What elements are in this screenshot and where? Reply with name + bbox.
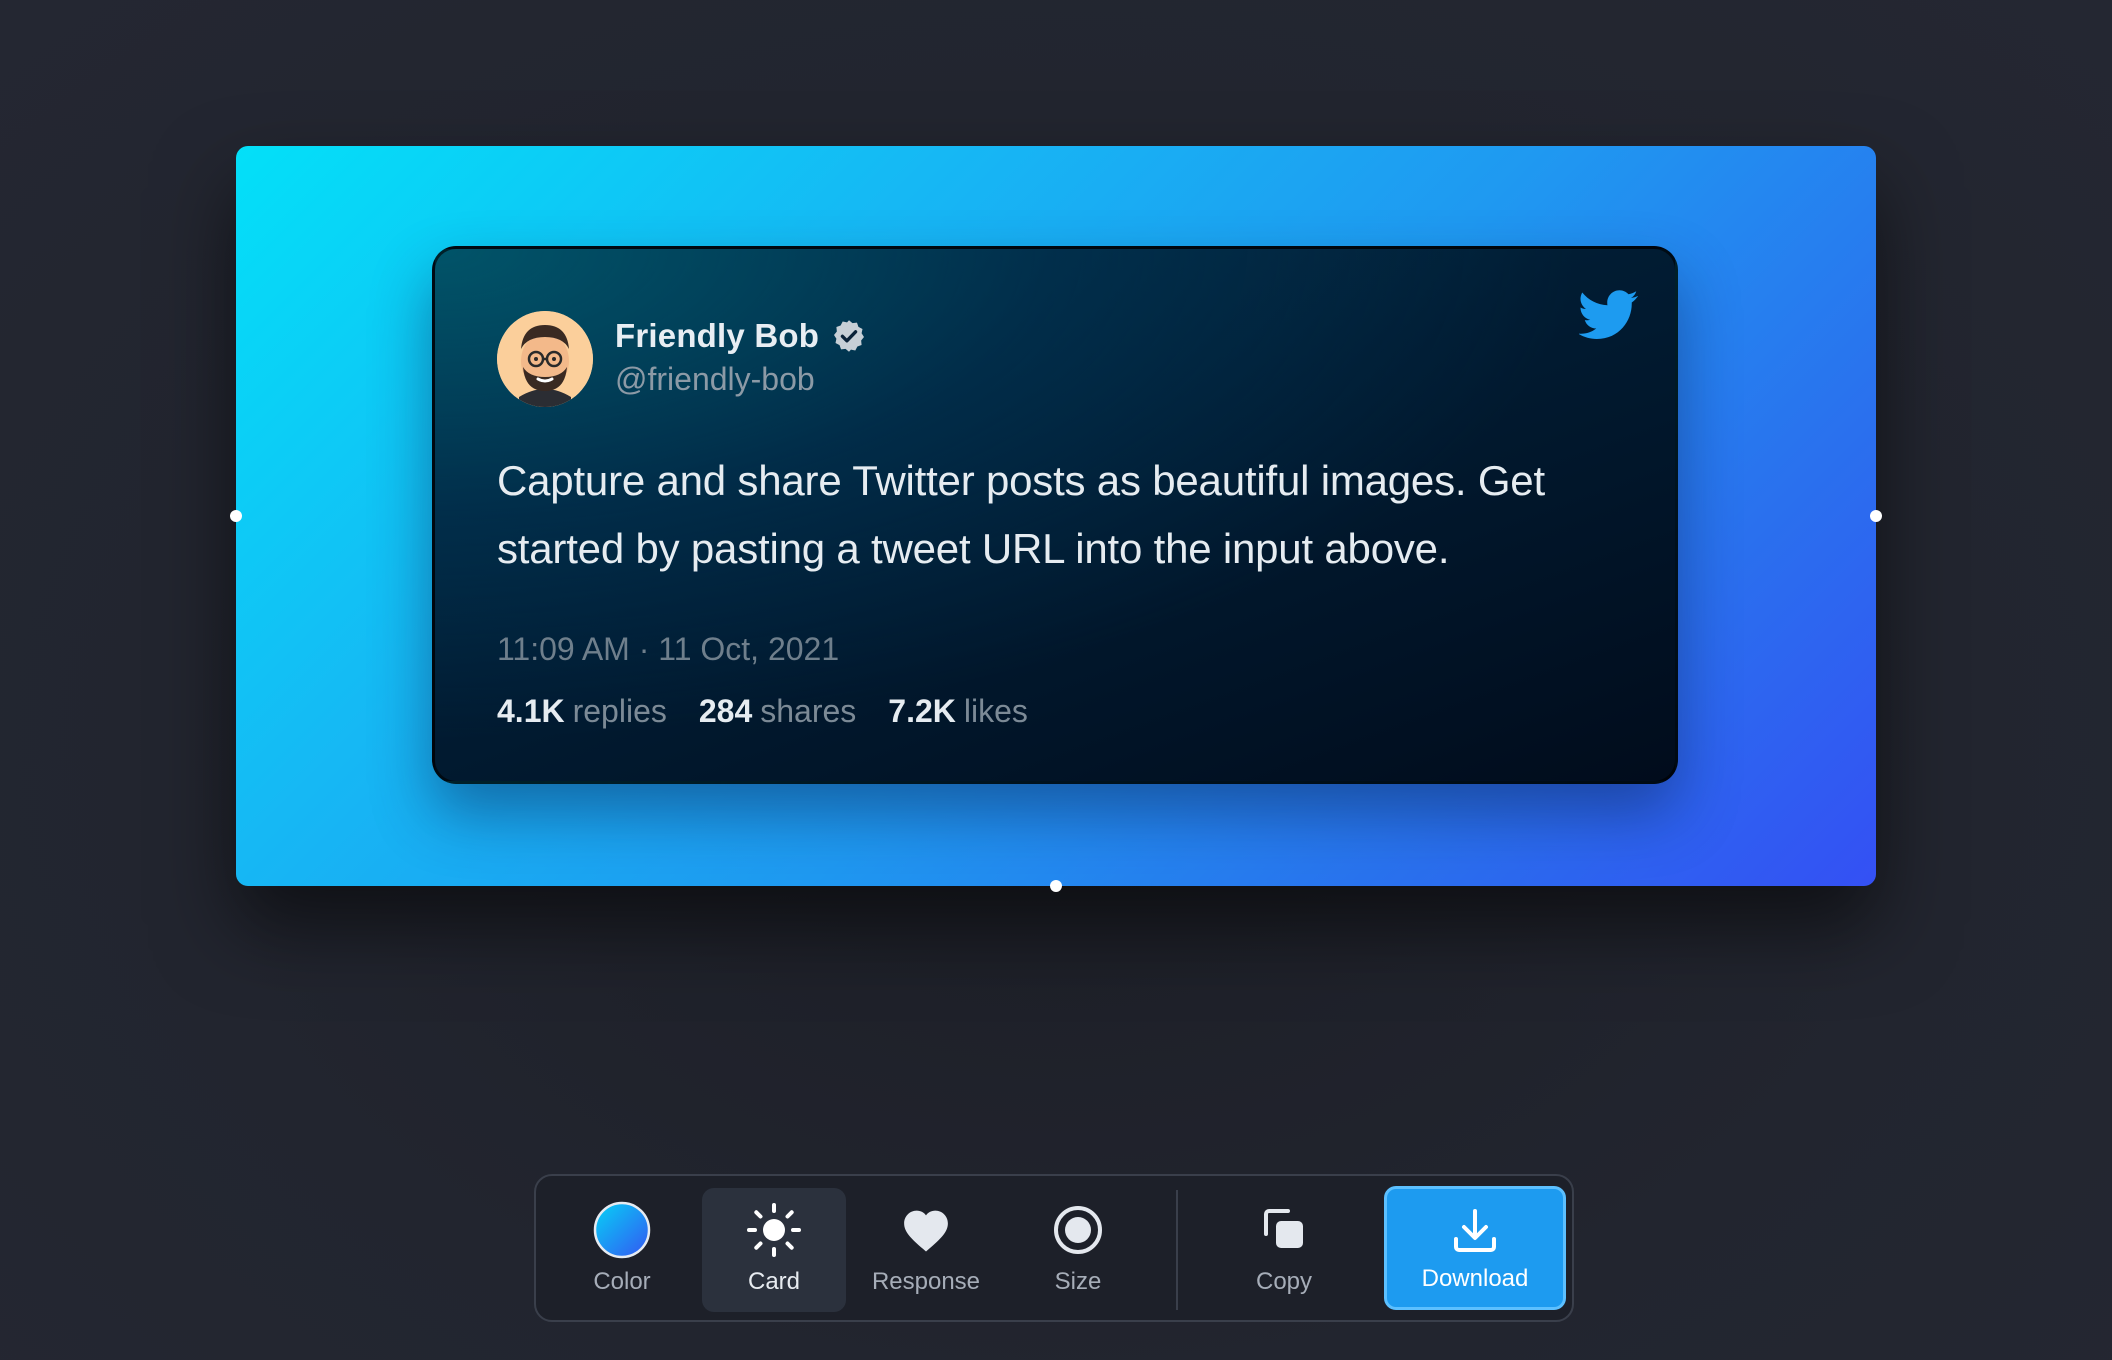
avatar [497, 311, 593, 407]
resize-handle-left[interactable] [230, 510, 242, 522]
tweet-card: Friendly Bob @friendly-bob Capture and s… [432, 246, 1678, 784]
stat-shares: 284 shares [699, 693, 856, 730]
stat-likes: 7.2K likes [888, 693, 1028, 730]
memoji-avatar-icon [497, 311, 593, 407]
response-tool-button[interactable]: Response [854, 1188, 998, 1312]
download-label: Download [1421, 1265, 1529, 1292]
heart-icon [896, 1200, 956, 1260]
radio-circle-icon [1048, 1200, 1108, 1260]
editor-stage: Friendly Bob @friendly-bob Capture and s… [0, 0, 2112, 1360]
resize-handle-bottom[interactable] [1050, 880, 1062, 892]
color-swatch-icon [592, 1200, 652, 1260]
author-handle: @friendly-bob [615, 361, 815, 397]
stat-replies-value: 4.1K [497, 693, 565, 729]
download-icon [1447, 1203, 1503, 1259]
stat-likes-label: likes [963, 693, 1028, 729]
download-button[interactable]: Download [1384, 1186, 1566, 1310]
author-name-row: Friendly Bob [615, 317, 867, 355]
card-tool-button[interactable]: Card [702, 1188, 846, 1312]
card-tool-label: Card [747, 1268, 801, 1295]
size-tool-label: Size [1054, 1268, 1102, 1295]
author-name: Friendly Bob [615, 317, 820, 354]
stat-replies: 4.1K replies [497, 693, 667, 730]
size-tool-button[interactable]: Size [1006, 1188, 1150, 1312]
tweet-timestamp: 11:09 AM · 11 Oct, 2021 [497, 631, 840, 667]
resize-handle-right[interactable] [1870, 510, 1882, 522]
response-tool-label: Response [871, 1268, 981, 1295]
color-tool-label: Color [593, 1268, 651, 1295]
sun-icon [744, 1200, 804, 1260]
twitter-bird-icon [1579, 290, 1638, 339]
stat-replies-label: replies [572, 693, 667, 729]
color-tool-button[interactable]: Color [550, 1188, 694, 1312]
copy-button[interactable]: Copy [1212, 1188, 1356, 1312]
stat-likes-value: 7.2K [888, 693, 956, 729]
copy-icon [1254, 1200, 1314, 1260]
copy-label: Copy [1255, 1268, 1313, 1295]
tweet-stats: 4.1K replies 284 shares 7.2K likes [497, 693, 1028, 730]
stat-shares-label: shares [760, 693, 857, 729]
toolbar-divider [1176, 1190, 1178, 1310]
tweet-text: Capture and share Twitter posts as beaut… [497, 457, 1545, 572]
bottom-toolbar: Color Card Response Size Copy Download [534, 1174, 1574, 1322]
stat-shares-value: 284 [698, 693, 753, 729]
verified-badge-icon [834, 320, 865, 352]
